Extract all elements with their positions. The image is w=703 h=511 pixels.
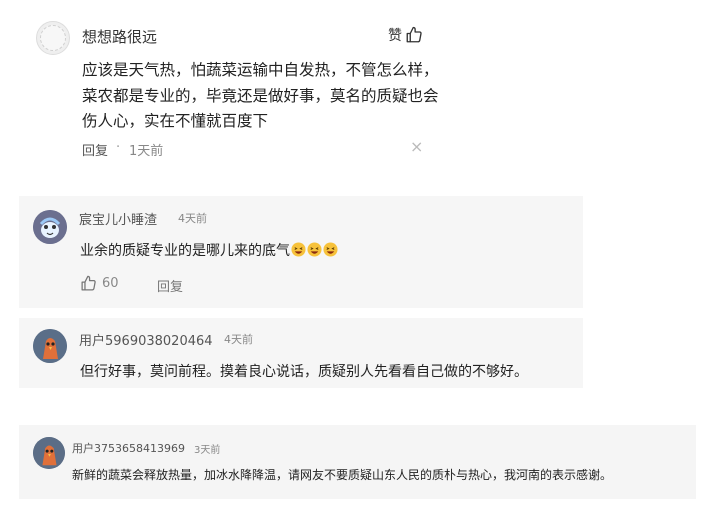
reply-text: 业余的质疑专业的是哪儿来的底气 [80, 240, 338, 260]
close-icon[interactable]: × [410, 137, 423, 156]
thumbs-up-icon[interactable] [80, 275, 97, 292]
reply-text: 但行好事，莫问前程。摸着良心说话，质疑别人先看看自己做的不够好。 [80, 364, 528, 380]
reply-text-content: 业余的质疑专业的是哪儿来的底气 [80, 243, 290, 259]
user-avatar[interactable] [33, 210, 67, 244]
user-avatar[interactable] [33, 329, 67, 363]
user-avatar[interactable] [33, 437, 65, 469]
reply-button[interactable]: 回复 [157, 276, 183, 295]
comment-text: 应该是天气热，怕蔬菜运输中自发热，不管怎么样，菜农都是专业的，毕竟还是做好事，莫… [82, 61, 439, 130]
comment-time: 1天前 [129, 144, 164, 159]
reply-button[interactable]: 回复 [82, 140, 108, 159]
reply-time: 4天前 [224, 333, 253, 346]
comment-username[interactable]: 想想路很远 [82, 26, 157, 47]
laughing-emoji-icon [307, 242, 322, 257]
reply-username[interactable]: 宸宝儿小睡渣 [79, 209, 157, 228]
bird-avatar-icon [33, 437, 65, 469]
bird-avatar-icon [33, 329, 67, 363]
reply-username[interactable]: 用户5969038020464 [79, 330, 213, 349]
reply-username[interactable]: 用户3753658413969 [72, 440, 185, 456]
laughing-emoji-icon [291, 242, 306, 257]
reply-time: 3天前 [194, 445, 221, 456]
like-label: 赞 [388, 28, 402, 44]
reply-text: 新鲜的蔬菜会释放热量，加冰水降降温，请网友不要质疑山东人民的质朴与热心，我河南的… [72, 468, 613, 482]
laughing-emoji-icon [323, 242, 338, 257]
like-button[interactable]: 赞 [388, 25, 423, 45]
separator-dot: · [116, 140, 121, 155]
like-count: 60 [102, 276, 119, 291]
default-avatar-icon [40, 25, 66, 51]
reply-time: 4天前 [178, 212, 207, 225]
thumbs-up-icon [406, 26, 422, 43]
user-avatar[interactable] [36, 21, 70, 55]
reply-card [19, 425, 696, 499]
bird-avatar-icon [33, 210, 67, 244]
